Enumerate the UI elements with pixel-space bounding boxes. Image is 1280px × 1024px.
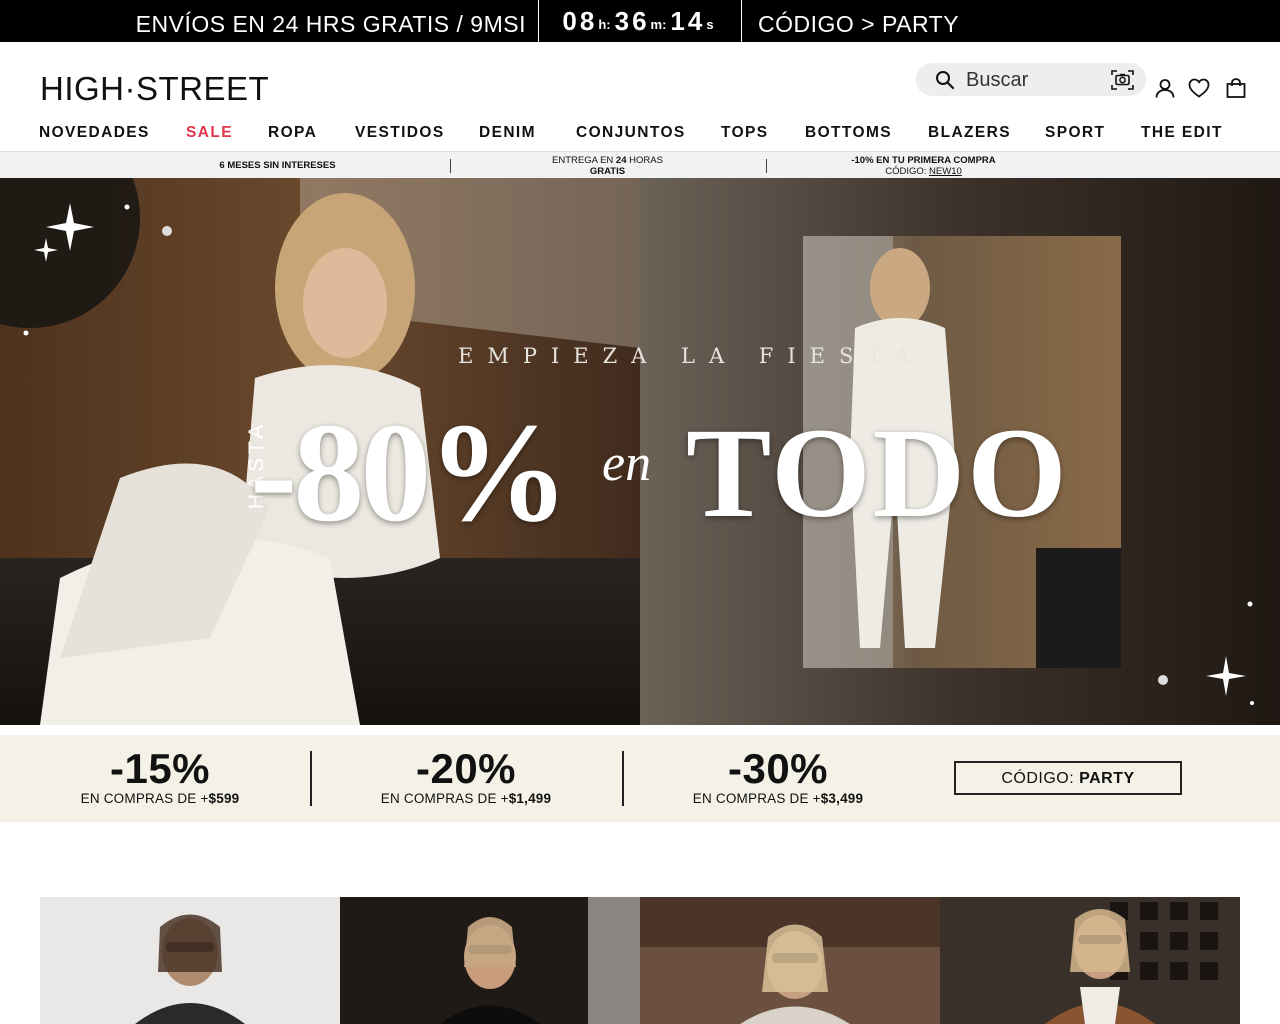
nav-item-sport[interactable]: SPORT: [1045, 124, 1105, 142]
search-input[interactable]: [966, 67, 1096, 93]
hero-discount: -80%: [250, 393, 569, 551]
tier-amount: $599: [208, 791, 240, 806]
site-logo[interactable]: HIGH·STREET: [40, 70, 269, 108]
promo-code-text[interactable]: CÓDIGO > PARTY: [758, 0, 959, 48]
product-grid: [40, 897, 1240, 1024]
nav-item-novedades[interactable]: NOVEDADES: [39, 124, 150, 142]
product-image: [340, 897, 640, 1024]
perk-divider: [450, 159, 451, 173]
product-image: [940, 897, 1240, 1024]
perk-delivery-suffix: HORAS: [626, 154, 663, 166]
tier-percent: -15%: [109, 745, 211, 792]
discount-tier-2: -20% EN COMPRAS DE +$1,499: [316, 735, 616, 806]
product-image: [40, 897, 340, 1024]
nav-item-conjuntos[interactable]: CONJUNTOS: [576, 124, 686, 142]
account-icon[interactable]: [1155, 78, 1175, 103]
announcement-bar: ENVÍOS EN 24 HRS GRATIS / 9MSI 08 h: 36 …: [0, 0, 1280, 42]
product-tile[interactable]: [640, 897, 940, 1024]
hero-banner[interactable]: EMPIEZA LA FIESTA HASTA -80% en TODO: [0, 178, 1280, 725]
search-icon[interactable]: [935, 70, 955, 95]
product-tile[interactable]: [940, 897, 1240, 1024]
perk-delivery: ENTREGA EN 24 HORAS GRATIS: [470, 152, 745, 179]
product-image: [640, 897, 940, 1024]
perk-delivery-hours: 24: [615, 154, 627, 166]
discount-tier-3: -30% EN COMPRAS DE +$3,499: [628, 735, 928, 806]
tier-amount: $3,499: [820, 791, 864, 806]
tier-condition: EN COMPRAS DE +$599: [10, 791, 310, 806]
countdown-hours: 08: [562, 5, 598, 36]
tier-condition-text: EN COMPRAS DE +: [692, 791, 821, 806]
tier-condition: EN COMPRAS DE +$3,499: [628, 791, 928, 806]
tier-divider: [622, 751, 624, 806]
shopping-bag-icon[interactable]: [1226, 78, 1246, 103]
countdown-seconds-unit: s: [706, 16, 714, 32]
main-navigation: NOVEDADES SALE ROPA VESTIDOS DENIM CONJU…: [0, 120, 1280, 150]
nav-item-blazers[interactable]: BLAZERS: [928, 124, 1011, 142]
nav-item-the-edit[interactable]: THE EDIT: [1141, 124, 1223, 142]
tier-condition-text: EN COMPRAS DE +: [80, 791, 209, 806]
search-bar[interactable]: [916, 63, 1146, 96]
tier-condition-text: EN COMPRAS DE +: [380, 791, 509, 806]
promo-code-value: PARTY: [1079, 770, 1135, 787]
tier-condition: EN COMPRAS DE +$1,499: [316, 791, 616, 806]
promo-code-label: CÓDIGO:: [1001, 770, 1080, 787]
countdown-timer: 08 h: 36 m: 14 s: [538, 0, 742, 42]
perk-msi-text: 6 MESES SIN INTERESES: [219, 160, 336, 171]
nav-item-tops[interactable]: TOPS: [721, 124, 769, 142]
shipping-promo-text[interactable]: ENVÍOS EN 24 HRS GRATIS / 9MSI: [0, 0, 538, 42]
tier-amount: $1,499: [508, 791, 552, 806]
nav-item-sale[interactable]: SALE: [186, 124, 233, 142]
perk-delivery-free: GRATIS: [589, 165, 626, 177]
discount-tiers-band: -15% EN COMPRAS DE +$599 -20% EN COMPRAS…: [0, 735, 1280, 822]
discount-tier-1: -15% EN COMPRAS DE +$599: [10, 735, 310, 806]
nav-item-vestidos[interactable]: VESTIDOS: [355, 124, 445, 142]
perk-first-purchase-text: -10% EN TU PRIMERA COMPRA: [851, 154, 996, 166]
perk-first-purchase: -10% EN TU PRIMERA COMPRA CÓDIGO: NEW10: [786, 152, 1061, 179]
countdown-seconds: 14: [670, 5, 706, 36]
perk-code[interactable]: NEW10: [929, 166, 962, 177]
tier-divider: [310, 751, 312, 806]
hero-todo: TODO: [686, 402, 1069, 544]
wishlist-heart-icon[interactable]: [1188, 78, 1210, 103]
product-tile[interactable]: [40, 897, 340, 1024]
nav-item-ropa[interactable]: ROPA: [268, 124, 317, 142]
perk-divider: [766, 159, 767, 173]
perk-code-label: CÓDIGO:: [885, 165, 930, 177]
nav-item-denim[interactable]: DENIM: [479, 124, 536, 142]
countdown-hours-unit: h:: [598, 16, 611, 32]
perks-strip: 6 MESES SIN INTERESES ENTREGA EN 24 HORA…: [0, 151, 1280, 178]
nav-item-bottoms[interactable]: BOTTOMS: [805, 124, 892, 142]
hero-tagline: EMPIEZA LA FIESTA: [458, 344, 924, 368]
camera-search-icon[interactable]: [1111, 69, 1134, 96]
countdown-minutes-unit: m:: [650, 16, 667, 32]
hero-en: en: [602, 435, 652, 492]
promo-code-box[interactable]: CÓDIGO: PARTY: [954, 761, 1182, 795]
perk-delivery-prefix: ENTREGA EN: [552, 154, 616, 166]
perk-msi: 6 MESES SIN INTERESES: [140, 152, 415, 179]
tier-percent: -20%: [415, 745, 517, 792]
product-tile[interactable]: [340, 897, 640, 1024]
tier-percent: -30%: [727, 745, 829, 792]
countdown-minutes: 36: [614, 5, 650, 36]
